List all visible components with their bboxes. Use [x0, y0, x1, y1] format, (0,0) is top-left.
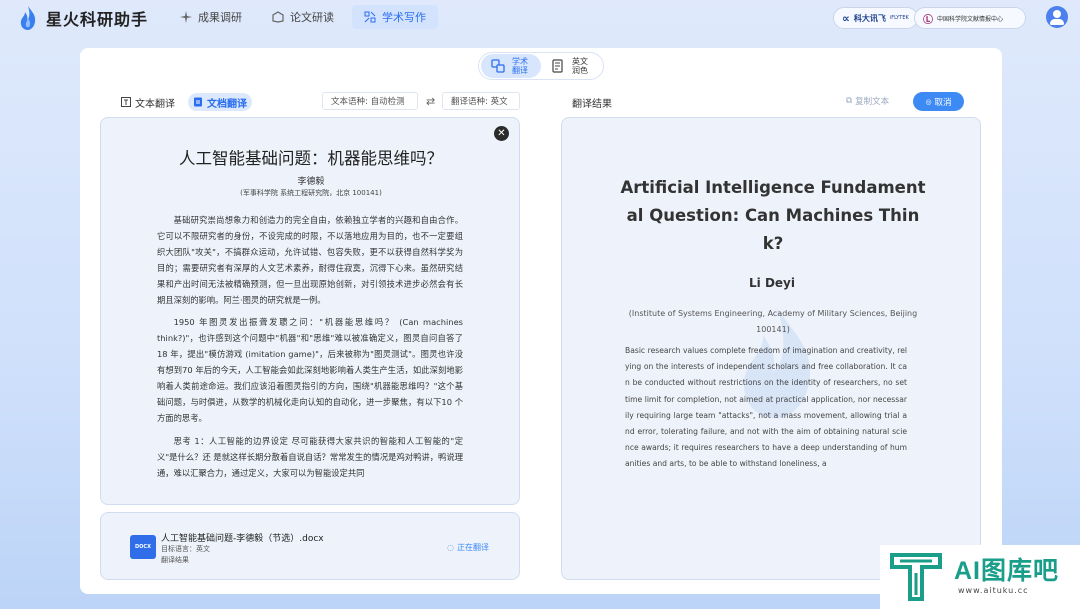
- target-language-select[interactable]: 翻译语种: 英文: [442, 92, 520, 110]
- translated-title: Artificial Intelligence Fundamental Ques…: [620, 178, 926, 253]
- nav-item-writing[interactable]: 学术写作: [352, 5, 438, 29]
- file-result-label: 翻译结果: [161, 556, 189, 564]
- file-target-language: 目标语言：英文: [161, 545, 210, 553]
- source-language-select[interactable]: 文本语种: 自动检测: [322, 92, 418, 110]
- source-document-preview[interactable]: ✕ 人工智能基础问题：机器能思维吗？ 李德毅 (军事科学院 系统工程研究院，北京…: [100, 117, 520, 505]
- translate-tabs: 文本翻译 文档翻译: [116, 93, 252, 111]
- main-panel: 学术 翻译 英文 润色 文本翻译 文档翻译 文本语种: 自动检测 ⇄ 翻译语种:…: [80, 48, 1002, 594]
- main-nav: 成果调研 论文研读 学术写作: [168, 5, 438, 29]
- cancel-button[interactable]: ◎ 取消: [913, 92, 964, 111]
- copy-text-button[interactable]: ⧉ 复制文本: [846, 95, 889, 107]
- tab-doc-translate[interactable]: 文档翻译: [188, 93, 252, 111]
- swap-language-icon[interactable]: ⇄: [426, 95, 435, 108]
- uploaded-file-card[interactable]: DOCX 人工智能基础问题-李德毅（节选）.docx 目标语言：英文 翻译结果 …: [100, 512, 520, 580]
- cas-logo-icon: Ⓛ: [923, 14, 933, 26]
- iflytek-logo-icon: ∝: [842, 11, 850, 25]
- text-icon: [121, 97, 131, 107]
- copy-label: 复制文本: [855, 97, 890, 107]
- status-label: 正在翻译: [456, 543, 489, 552]
- tab-text-translate[interactable]: 文本翻译: [116, 93, 180, 111]
- partner-sublabel: iFLYTEK: [889, 15, 909, 21]
- partner-iflytek-badge[interactable]: ∝ 科大讯飞 iFLYTEK: [833, 7, 918, 29]
- translated-body: Basic research values complete freedom o…: [625, 346, 907, 469]
- app-logo[interactable]: 星火科研助手: [18, 5, 148, 31]
- book-icon: [272, 11, 284, 23]
- site-watermark: AI图库吧 www.aituku.cc: [880, 545, 1080, 609]
- partner-label: 中国科学院文献情报中心: [937, 15, 1004, 23]
- top-bar: 星火科研助手 成果调研 论文研读 学术写作 ∝ 科大讯飞 iFLYTEK Ⓛ 中…: [0, 0, 1080, 35]
- cancel-label: 取消: [934, 97, 952, 108]
- nav-item-reading[interactable]: 论文研读: [260, 5, 346, 29]
- source-affiliation: (军事科学院 系统工程研究院，北京 100141): [240, 189, 382, 197]
- mode-label: 英文 润色: [572, 57, 588, 75]
- nav-item-research[interactable]: 成果调研: [168, 5, 254, 29]
- source-paragraph: 基础研究崇尚想象力和创造力的完全自由，依赖独立学者的兴趣和自由合作。它可以不限研…: [157, 215, 463, 305]
- nav-label: 学术写作: [382, 11, 426, 24]
- source-paragraph: 思考 1：人工智能的边界设定 尽可能获得大家共识的智能和人工智能的"定义"是什么…: [157, 435, 463, 478]
- file-name: 人工智能基础问题-李德毅（节选）.docx: [161, 534, 324, 544]
- brand-url: www.aituku.cc: [958, 586, 1029, 595]
- user-avatar[interactable]: [1046, 6, 1068, 28]
- translated-affiliation: (Institute of Systems Engineering, Acade…: [628, 309, 918, 334]
- source-title: 人工智能基础问题：机器能思维吗？: [179, 149, 443, 168]
- mode-english-polish[interactable]: 英文 润色: [541, 54, 601, 78]
- mode-switch: 学术 翻译 英文 润色: [478, 52, 604, 80]
- nav-label: 论文研读: [290, 11, 334, 24]
- loading-icon: ◌: [447, 543, 454, 552]
- stop-icon: ◎: [925, 97, 932, 106]
- polish-icon: [552, 59, 563, 73]
- mode-label: 学术 翻译: [512, 57, 528, 75]
- partner-cas-badge[interactable]: Ⓛ 中国科学院文献情报中心: [914, 7, 1026, 29]
- brand-logo-icon: [890, 553, 942, 601]
- document-icon: [194, 97, 202, 107]
- pen-grid-icon: [364, 11, 376, 23]
- partner-label: 科大讯飞: [853, 13, 886, 23]
- mode-academic-translate[interactable]: 学术 翻译: [481, 54, 541, 78]
- translation-status: ◌ 正在翻译: [447, 542, 489, 553]
- copy-icon: ⧉: [846, 96, 853, 106]
- source-author: 李德毅: [297, 177, 325, 187]
- sparkle-icon: [180, 11, 192, 23]
- close-icon[interactable]: ✕: [494, 126, 509, 141]
- flame-logo-icon: [20, 6, 36, 30]
- translate-icon: [491, 59, 505, 73]
- docx-file-icon: DOCX: [130, 535, 156, 559]
- result-title: 翻译结果: [572, 99, 612, 110]
- tab-label: 文本翻译: [135, 98, 175, 110]
- nav-label: 成果调研: [198, 11, 242, 24]
- source-paragraph: 1950 年图灵发出振聋发聩之问："机器能思维吗？ (Can machines …: [157, 317, 463, 423]
- tab-label: 文档翻译: [207, 98, 247, 110]
- brand-name: AI图库吧: [954, 557, 1060, 585]
- translation-result-panel[interactable]: Artificial Intelligence Fundamental Ques…: [561, 117, 981, 580]
- translated-author: Li Deyi: [749, 276, 795, 290]
- source-body: 基础研究崇尚想象力和创造力的完全自由，依赖独立学者的兴趣和自由合作。它可以不限研…: [157, 213, 463, 489]
- app-name: 星火科研助手: [46, 10, 149, 29]
